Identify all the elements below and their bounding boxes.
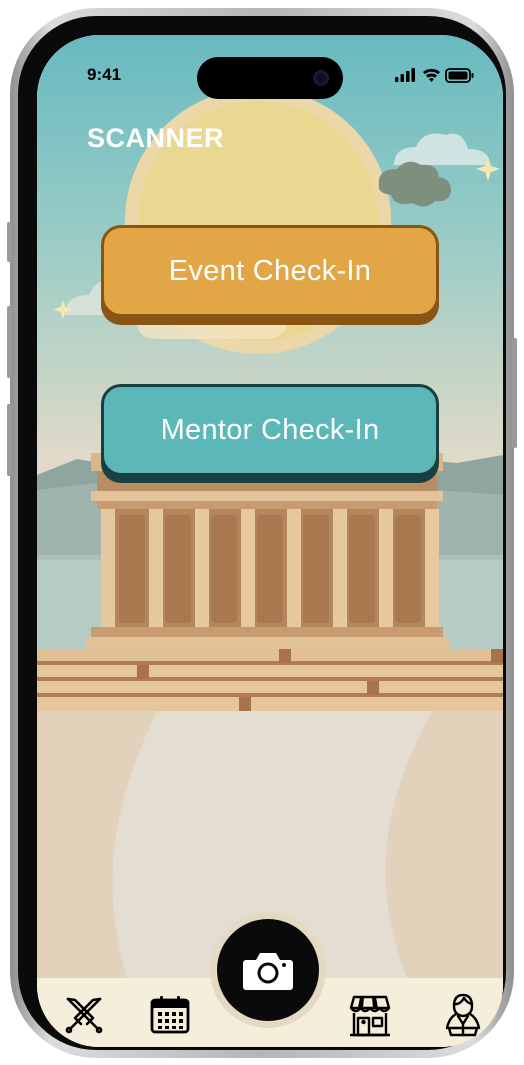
camera-icon [243,953,293,990]
action-button [7,222,12,262]
mentor-checkin-button[interactable]: Mentor Check-In [101,384,439,476]
calendar-icon[interactable] [149,994,191,1036]
front-camera [313,70,329,86]
wifi-icon [423,68,440,82]
signal-icon [395,68,415,82]
shop-icon[interactable] [348,994,392,1038]
swords-icon[interactable] [64,995,104,1035]
power-button [512,338,517,448]
volume-down-button [7,404,12,476]
camera-scan-button[interactable] [217,919,319,1021]
status-icons [395,68,474,83]
status-time: 9:41 [87,65,122,84]
battery-icon [445,68,474,83]
app-screen: 9:41 SCANNER Event Check-In Mentor Check… [37,35,503,1047]
phone-frame: 9:41 SCANNER Event Check-In Mentor Check… [7,8,517,1058]
dynamic-island [197,57,343,99]
profile-icon[interactable] [443,992,483,1038]
temple-background-illustration [37,35,503,1047]
event-checkin-button[interactable]: Event Check-In [101,225,439,317]
phone-bezel: 9:41 SCANNER Event Check-In Mentor Check… [18,16,506,1050]
page-title: SCANNER [87,123,225,153]
volume-up-button [7,306,12,378]
